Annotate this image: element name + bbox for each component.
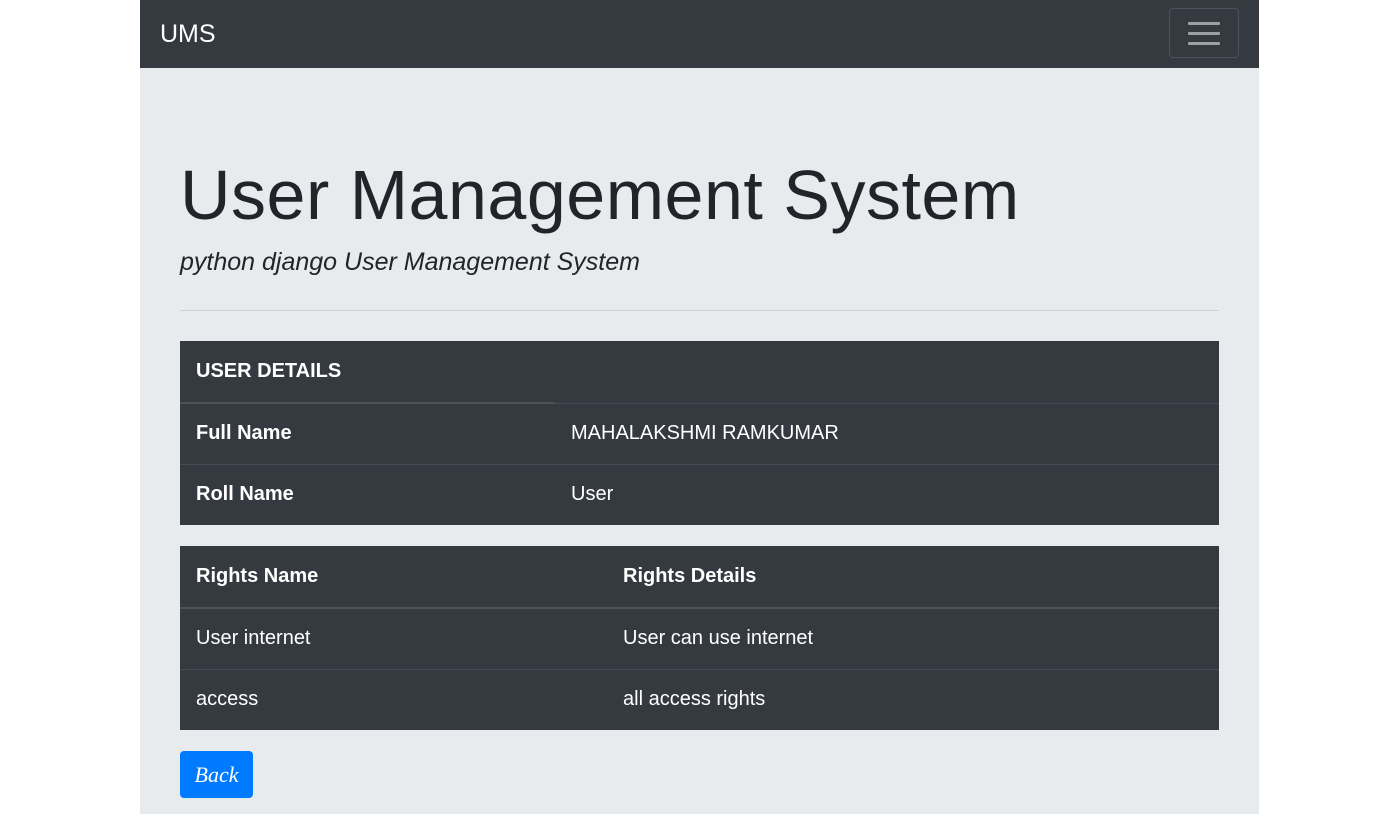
page-title: User Management System (180, 156, 1020, 234)
table-row: User internet User can use internet (180, 607, 1219, 669)
rights-name-cell: access (180, 668, 607, 730)
roll-name-label: Roll Name (180, 463, 555, 525)
rights-header-row: Rights Name Rights Details (180, 546, 1219, 609)
table-row: Roll Name User (180, 463, 1219, 525)
user-details-heading-empty (555, 341, 1219, 404)
rights-table: Rights Name Rights Details User internet… (180, 546, 1219, 730)
full-name-value: MAHALAKSHMI RAMKUMAR (555, 402, 1219, 464)
roll-name-value: User (555, 463, 1219, 525)
page-container: UMS User Management System python django… (140, 0, 1259, 814)
page-subtitle: python django User Management System (180, 248, 640, 276)
user-details-table: USER DETAILS Full Name MAHALAKSHMI RAMKU… (180, 341, 1219, 525)
table-row: Full Name MAHALAKSHMI RAMKUMAR (180, 402, 1219, 464)
user-details-header-row: USER DETAILS (180, 341, 1219, 404)
navbar-brand[interactable]: UMS (160, 17, 216, 51)
rights-name-cell: User internet (180, 607, 607, 669)
user-details-heading: USER DETAILS (180, 341, 555, 404)
back-button[interactable]: Back (180, 751, 253, 798)
rights-name-header: Rights Name (180, 546, 607, 609)
rights-details-header: Rights Details (607, 546, 1219, 609)
table-row: access all access rights (180, 668, 1219, 730)
full-name-label: Full Name (180, 402, 555, 464)
rights-details-cell: all access rights (607, 668, 1219, 730)
rights-details-cell: User can use internet (607, 607, 1219, 669)
navbar-toggler-button[interactable] (1169, 8, 1239, 58)
navbar: UMS (140, 0, 1259, 68)
divider (180, 310, 1219, 311)
